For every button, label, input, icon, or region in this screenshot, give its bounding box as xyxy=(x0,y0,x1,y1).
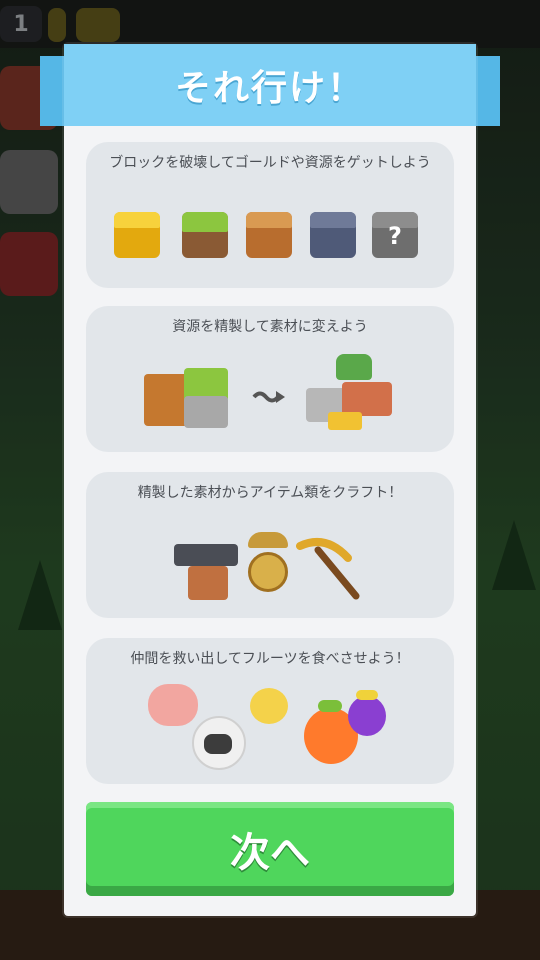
question-mark: ? xyxy=(388,222,402,250)
tip-caption: 仲間を救い出してフルーツを食べさせよう！ xyxy=(130,651,410,667)
grass-block-icon xyxy=(182,212,228,258)
tip-caption: 精製した素材からアイテム類をクラフト！ xyxy=(137,485,403,501)
compass-icon xyxy=(248,532,290,598)
arrow-icon xyxy=(252,388,286,404)
modal-title: それ行け！ xyxy=(174,68,365,109)
tip-card-refine: 資源を精製して素材に変えよう xyxy=(86,306,454,452)
anvil-icon xyxy=(174,534,242,604)
sheep-icon xyxy=(192,716,246,770)
pig-icon xyxy=(148,684,198,726)
tip-card-companions: 仲間を救い出してフルーツを食べさせよう！ xyxy=(86,638,454,784)
title-banner: それ行け！ xyxy=(64,44,476,126)
purple-fruit-icon xyxy=(348,690,386,736)
tip-caption: 資源を精製して素材に変えよう xyxy=(172,319,368,335)
tip-card-blocks: ブロックを破壊してゴールドや資源をゲットしよう ? xyxy=(86,142,454,288)
mystery-block-icon: ? xyxy=(372,212,418,258)
wood-block-icon xyxy=(246,212,292,258)
raw-resources-icon xyxy=(144,368,232,432)
chick-icon xyxy=(250,688,288,724)
next-button-label: 次へ xyxy=(230,830,310,876)
tip-caption: ブロックを破壊してゴールドや資源をゲットしよう xyxy=(109,155,431,171)
tip-card-craft: 精製した素材からアイテム類をクラフト！ xyxy=(86,472,454,618)
next-button[interactable]: 次へ xyxy=(86,802,454,896)
refined-materials-icon xyxy=(306,354,396,434)
pickaxe-icon xyxy=(296,536,364,600)
gold-block-icon xyxy=(114,212,160,258)
stone-block-icon xyxy=(310,212,356,258)
